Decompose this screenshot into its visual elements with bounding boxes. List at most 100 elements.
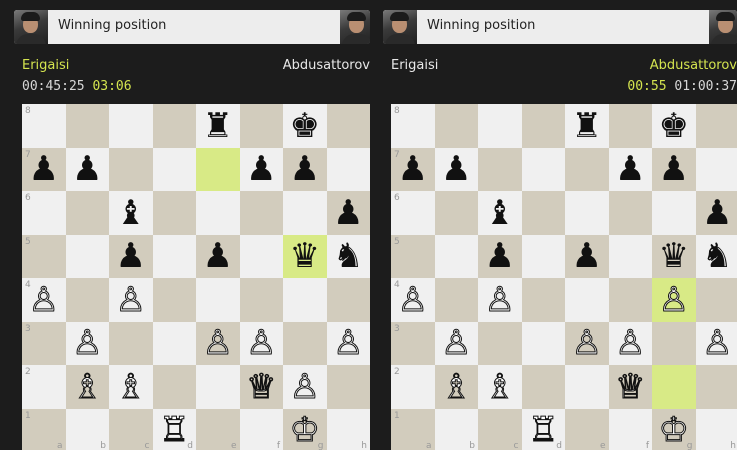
square-h4[interactable]: [695, 278, 737, 322]
square-e6[interactable]: [565, 191, 609, 235]
black-pawn-icon[interactable]: ♟: [66, 148, 110, 192]
square-a7[interactable]: 7 ♟: [22, 147, 66, 191]
square-a2[interactable]: 2: [22, 365, 66, 409]
square-g6[interactable]: [283, 191, 327, 235]
square-f4[interactable]: [608, 278, 652, 322]
square-d8[interactable]: [152, 104, 196, 148]
black-rook-icon[interactable]: ♜: [196, 104, 240, 148]
square-f3[interactable]: ♙: [608, 321, 653, 366]
square-h5[interactable]: ♞: [695, 234, 737, 279]
white-pawn-icon[interactable]: ♙: [652, 278, 696, 322]
square-a6[interactable]: 6: [22, 191, 66, 235]
square-c7[interactable]: [478, 147, 522, 191]
square-e4[interactable]: [565, 278, 609, 322]
square-e1[interactable]: e: [565, 408, 609, 450]
square-f3[interactable]: ♙: [239, 321, 283, 365]
square-d5[interactable]: [152, 234, 196, 278]
square-a1[interactable]: 1a: [22, 408, 66, 450]
square-c7[interactable]: [109, 147, 153, 191]
square-d7[interactable]: [521, 147, 565, 191]
square-f1[interactable]: f: [239, 408, 283, 450]
square-e7[interactable]: [196, 147, 240, 191]
white-pawn-icon[interactable]: ♙: [435, 322, 479, 366]
square-c8[interactable]: [109, 104, 153, 148]
white-rook-icon[interactable]: ♖: [153, 409, 197, 450]
black-pawn-icon[interactable]: ♟: [609, 148, 653, 192]
white-pawn-icon[interactable]: ♙: [327, 322, 371, 366]
square-b1[interactable]: b: [434, 408, 478, 450]
white-queen-icon[interactable]: ♕: [609, 365, 653, 409]
square-f2[interactable]: ♕: [239, 365, 283, 409]
square-h7[interactable]: [326, 147, 370, 191]
white-king-icon[interactable]: ♔: [283, 409, 327, 450]
white-pawn-icon[interactable]: ♙: [696, 322, 737, 366]
square-e3[interactable]: ♙: [565, 321, 609, 365]
square-e7[interactable]: [565, 147, 609, 191]
black-rook-icon[interactable]: ♜: [565, 104, 609, 148]
black-pawn-icon[interactable]: ♟: [109, 235, 153, 279]
square-c4[interactable]: ♙: [478, 278, 522, 322]
square-g1[interactable]: g ♔: [283, 408, 327, 450]
square-b3[interactable]: ♙: [65, 321, 110, 366]
square-f2[interactable]: ♕: [608, 365, 653, 409]
square-b6[interactable]: [65, 191, 109, 235]
white-rook-icon[interactable]: ♖: [522, 409, 566, 450]
square-a5[interactable]: 5: [391, 234, 435, 278]
square-c4[interactable]: ♙: [109, 278, 153, 322]
square-d1[interactable]: d ♖: [521, 408, 566, 450]
square-a4[interactable]: 4 ♙: [22, 278, 66, 322]
square-b4[interactable]: [434, 278, 478, 322]
square-e1[interactable]: e: [196, 408, 240, 450]
black-pawn-icon[interactable]: ♟: [696, 191, 737, 235]
black-pawn-icon[interactable]: ♟: [283, 148, 327, 192]
white-bishop-icon[interactable]: ♗: [109, 365, 153, 409]
square-b2[interactable]: ♗: [65, 365, 109, 409]
square-b8[interactable]: [65, 104, 109, 148]
square-h1[interactable]: h: [326, 408, 370, 450]
square-d4[interactable]: [152, 278, 196, 322]
square-g3[interactable]: [283, 321, 327, 365]
square-f5[interactable]: [608, 234, 652, 278]
square-d6[interactable]: [521, 191, 565, 235]
square-f1[interactable]: f: [608, 408, 652, 450]
square-e5[interactable]: ♟: [565, 234, 609, 278]
black-knight-icon[interactable]: ♞: [696, 235, 737, 279]
white-bishop-icon[interactable]: ♗: [435, 365, 479, 409]
square-c6[interactable]: ♝: [478, 191, 522, 235]
square-e8[interactable]: ♜: [565, 104, 609, 148]
square-e4[interactable]: [196, 278, 240, 322]
square-a8[interactable]: 8: [391, 104, 435, 148]
square-b8[interactable]: [434, 104, 478, 148]
square-g8[interactable]: ♚: [652, 104, 696, 148]
square-b3[interactable]: ♙: [434, 321, 479, 366]
black-pawn-icon[interactable]: ♟: [435, 148, 479, 192]
square-c6[interactable]: ♝: [109, 191, 153, 235]
square-f6[interactable]: [239, 191, 283, 235]
square-h6[interactable]: ♟: [326, 191, 371, 235]
black-pawn-icon[interactable]: ♟: [478, 235, 522, 279]
square-e5[interactable]: ♟: [196, 234, 240, 278]
black-queen-icon[interactable]: ♛: [283, 235, 327, 279]
square-h7[interactable]: [695, 147, 737, 191]
square-e8[interactable]: ♜: [196, 104, 240, 148]
black-queen-icon[interactable]: ♛: [652, 235, 696, 279]
square-d2[interactable]: [521, 365, 565, 409]
square-a8[interactable]: 8: [22, 104, 66, 148]
square-h8[interactable]: [695, 104, 737, 148]
square-g4[interactable]: [283, 278, 327, 322]
white-pawn-icon[interactable]: ♙: [609, 322, 653, 366]
white-pawn-icon[interactable]: ♙: [478, 278, 522, 322]
square-c5[interactable]: ♟: [478, 234, 522, 279]
square-d7[interactable]: [152, 147, 196, 191]
white-pawn-icon[interactable]: ♙: [66, 322, 110, 366]
square-h6[interactable]: ♟: [695, 191, 737, 235]
square-b4[interactable]: [65, 278, 109, 322]
black-pawn-icon[interactable]: ♟: [327, 191, 371, 235]
square-a5[interactable]: 5: [22, 234, 66, 278]
square-g2[interactable]: ♙: [283, 365, 327, 409]
square-f7[interactable]: ♟: [239, 147, 283, 191]
square-d2[interactable]: [152, 365, 196, 409]
black-pawn-icon[interactable]: ♟: [652, 148, 696, 192]
square-g5[interactable]: ♛: [283, 234, 327, 279]
square-f6[interactable]: [608, 191, 652, 235]
